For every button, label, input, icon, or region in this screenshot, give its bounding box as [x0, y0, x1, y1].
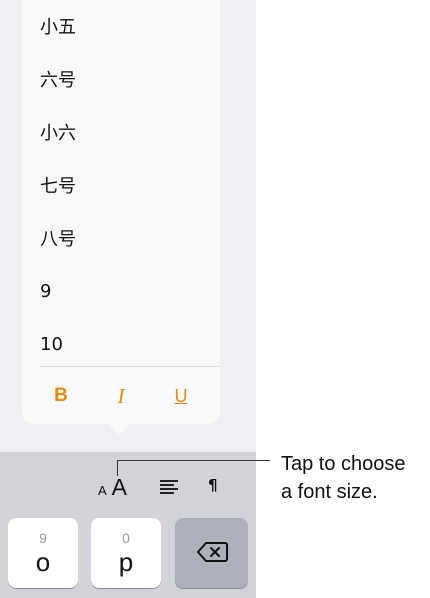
key-letter: p — [118, 547, 134, 577]
bold-button[interactable]: B — [46, 384, 76, 408]
font-size-button[interactable]: A A — [98, 474, 127, 500]
key-letter: o — [35, 547, 51, 577]
font-size-option[interactable]: 小五 — [40, 16, 76, 40]
callout-label: Tap to choose a font size. — [281, 450, 429, 506]
paragraph-icon[interactable]: ¶ — [208, 476, 218, 494]
font-size-popover: 小五 六号 小六 七号 八号 9 10 B I U — [22, 0, 220, 424]
font-size-icon-large: A — [111, 474, 128, 500]
italic-button[interactable]: I — [106, 384, 136, 408]
key-hint: 0 — [122, 530, 130, 546]
font-size-option[interactable]: 八号 — [40, 228, 76, 252]
callout-line-2: a font size. — [281, 481, 378, 503]
font-size-option[interactable]: 10 — [40, 333, 63, 357]
style-divider — [40, 366, 220, 367]
popover-arrow — [108, 423, 130, 436]
font-size-option[interactable]: 小六 — [40, 122, 76, 146]
key-hint: 9 — [39, 530, 47, 546]
align-left-icon[interactable] — [160, 480, 178, 494]
backspace-icon — [197, 542, 228, 562]
font-size-option[interactable]: 六号 — [40, 69, 76, 93]
font-size-option[interactable]: 七号 — [40, 175, 76, 199]
underline-button[interactable]: U — [166, 384, 196, 408]
delete-key[interactable] — [175, 518, 248, 588]
key-o[interactable]: 9 o — [8, 518, 78, 588]
key-p[interactable]: 0 p — [91, 518, 161, 588]
font-size-icon-small: A — [98, 483, 107, 498]
callout-line-1: Tap to choose — [281, 453, 406, 475]
font-size-option[interactable]: 9 — [40, 280, 51, 304]
callout-leader-line — [117, 460, 270, 476]
